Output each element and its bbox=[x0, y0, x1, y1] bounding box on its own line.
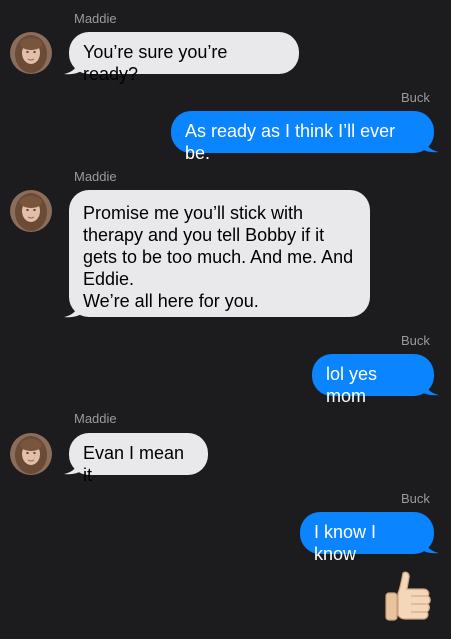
avatar-photo bbox=[10, 433, 52, 475]
avatar-photo bbox=[10, 32, 52, 74]
message-bubble-incoming[interactable]: Evan I mean it bbox=[69, 433, 208, 485]
sender-name: Maddie bbox=[74, 11, 117, 26]
sender-name: Maddie bbox=[74, 411, 117, 426]
avatar[interactable] bbox=[10, 190, 52, 232]
sender-name: Buck bbox=[401, 333, 430, 348]
avatar-photo bbox=[10, 190, 52, 232]
message-bubble-outgoing[interactable]: As ready as I think I’ll ever be. bbox=[171, 111, 434, 163]
avatar[interactable] bbox=[10, 433, 52, 475]
avatar[interactable] bbox=[10, 32, 52, 74]
message-bubble-outgoing[interactable]: lol yes mom bbox=[312, 354, 434, 406]
message-thread: Maddie You’re sure you’re ready? Buck As… bbox=[0, 0, 451, 639]
sender-name: Maddie bbox=[74, 169, 117, 184]
message-bubble-outgoing[interactable]: I know I know bbox=[300, 512, 434, 564]
sender-name: Buck bbox=[401, 90, 430, 105]
message-bubble-incoming[interactable]: Promise me you’ll stick with therapy and… bbox=[69, 190, 370, 317]
sender-name: Buck bbox=[401, 491, 430, 506]
thumbs-up-icon[interactable] bbox=[383, 569, 435, 625]
message-bubble-incoming[interactable]: You’re sure you’re ready? bbox=[69, 32, 299, 84]
